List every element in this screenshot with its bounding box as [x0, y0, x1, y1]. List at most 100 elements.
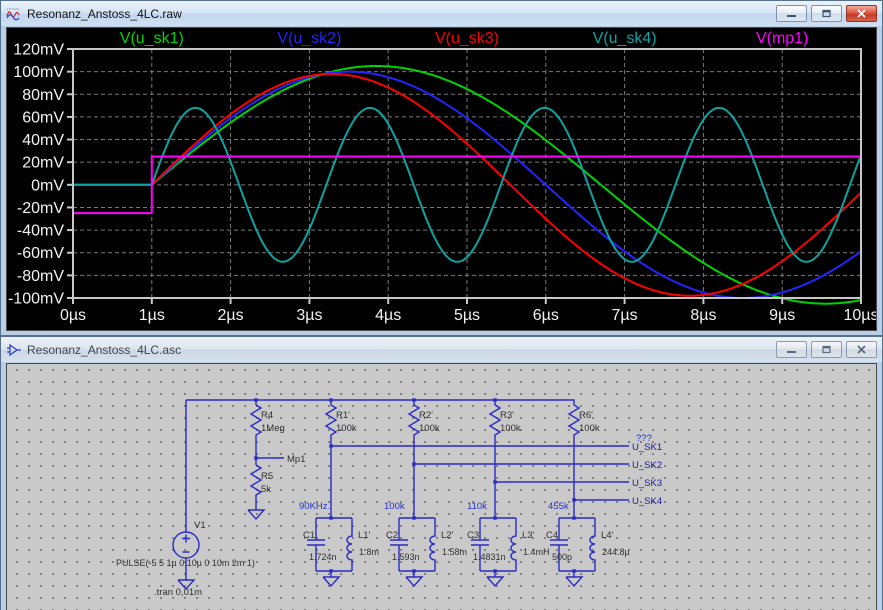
net-label-mp1[interactable]: Mp1 — [287, 454, 305, 465]
voltage-source-V1[interactable] — [173, 532, 199, 558]
y-tick-label: -20mV — [17, 200, 64, 217]
net-label-u-sk3[interactable]: U_SK3 — [632, 478, 662, 489]
x-tick-label: 5µs — [454, 307, 480, 324]
label-c4-value: 500p — [552, 552, 572, 562]
waveform-window: Resonanz_Anstoss_4LC.raw 120mV100mV80mV6… — [0, 0, 883, 336]
minimize-button-schematic[interactable] — [776, 341, 807, 358]
comment-tank3-freq[interactable]: 110k — [467, 501, 487, 512]
spice-directive: .tran 0,01m — [154, 587, 202, 598]
label-r2-value: 100k — [419, 423, 440, 434]
x-tick-label: 0µs — [60, 307, 86, 324]
y-tick-label: -40mV — [17, 223, 64, 240]
schematic-pane: V1 PULSE(-5 5 1µ 0.10µ 0 10m 2m 1) .tran… — [6, 363, 877, 610]
label-l4-value: 244.8µ — [602, 547, 630, 557]
x-tick-label: 4µs — [375, 307, 401, 324]
label-c1-value: 1.724n — [309, 552, 337, 562]
label-c1-name: C1 — [303, 530, 315, 541]
label-r6-value: 100k — [579, 423, 600, 434]
y-tick-label: -80mV — [17, 268, 64, 285]
resistor-R4[interactable] — [251, 405, 261, 437]
resistor-R6[interactable] — [569, 405, 579, 437]
waveform-pane: 120mV100mV80mV60mV40mV20mV0mV-20mV-40mV-… — [6, 27, 877, 331]
y-tick-label: 0mV — [31, 177, 64, 194]
resistor-R2[interactable] — [409, 405, 419, 437]
label-r4-value: 1Meg — [261, 423, 285, 434]
label-r6-name: R6' — [579, 410, 593, 421]
label-v1-value: PULSE(-5 5 1µ 0.10µ 0 10m 2m 1) — [116, 558, 255, 568]
legend-V(u_sk2)[interactable]: V(u_sk2) — [277, 30, 341, 47]
minimize-button[interactable] — [776, 5, 807, 22]
label-c2-value: 1.593n — [392, 552, 420, 562]
label-r3-value: 100k — [500, 423, 521, 434]
waveform-file-icon — [6, 6, 22, 22]
label-l4-name: L4' — [601, 530, 614, 541]
resistor-R5[interactable] — [251, 465, 261, 497]
x-tick-label: 3µs — [296, 307, 322, 324]
schematic-titlebar[interactable]: Resonanz_Anstoss_4LC.asc — [1, 337, 882, 362]
waveform-plot[interactable]: 120mV100mV80mV60mV40mV20mV0mV-20mV-40mV-… — [7, 28, 877, 331]
label-c2-name: C2 — [386, 530, 398, 541]
schematic-file-icon — [6, 342, 22, 358]
inductor-L4 — [590, 518, 595, 571]
label-l1-name: L1' — [358, 530, 371, 541]
ground-tank3 — [487, 577, 503, 586]
ground-r5[interactable] — [248, 510, 264, 519]
restore-button[interactable] — [811, 5, 842, 22]
resistor-R3[interactable] — [490, 405, 500, 437]
resistor-R1[interactable] — [326, 405, 336, 437]
label-l2-value: 1.58m — [442, 547, 467, 557]
waveform-window-title: Resonanz_Anstoss_4LC.raw — [27, 7, 771, 21]
comment-tank1-freq[interactable]: 90KHz. — [299, 501, 330, 512]
y-tick-label: 20mV — [22, 155, 64, 172]
y-tick-label: 40mV — [22, 132, 64, 149]
inductor-L1 — [347, 518, 352, 571]
net-label-u-sk2[interactable]: U_SK2 — [632, 460, 662, 471]
label-l1-value: 1.8m — [359, 547, 379, 557]
capacitor-C2 — [390, 518, 408, 571]
ground-tank1 — [323, 577, 339, 586]
y-tick-label: 60mV — [22, 109, 64, 126]
close-button-schematic[interactable] — [846, 341, 877, 358]
label-r4-name: R4 — [261, 410, 273, 421]
label-r5-value: 5k — [261, 484, 271, 495]
legend-V(u_sk3)[interactable]: V(u_sk3) — [435, 30, 499, 47]
y-tick-label: -60mV — [17, 245, 64, 262]
inductor-L3 — [511, 518, 516, 571]
label-r1-name: R1' — [336, 410, 350, 421]
close-button[interactable] — [846, 5, 877, 22]
label-l3-name: L3' — [522, 530, 535, 541]
schematic-window: Resonanz_Anstoss_4LC.asc — [0, 336, 883, 610]
restore-button-schematic[interactable] — [811, 341, 842, 358]
x-tick-label: 1µs — [139, 307, 165, 324]
capacitor-C1 — [307, 518, 325, 571]
label-r5-name: R5 — [261, 471, 273, 482]
x-tick-label: 6µs — [533, 307, 559, 324]
ground-tank4 — [566, 577, 582, 586]
label-r3-name: R3' — [500, 410, 514, 421]
x-tick-label: 7µs — [612, 307, 638, 324]
label-v1-name: V1 — [194, 520, 206, 531]
schematic-canvas[interactable]: V1 PULSE(-5 5 1µ 0.10µ 0 10m 2m 1) .tran… — [7, 364, 877, 610]
x-tick-label: 8µs — [690, 307, 716, 324]
waveform-titlebar[interactable]: Resonanz_Anstoss_4LC.raw — [1, 1, 882, 26]
schematic-window-title: Resonanz_Anstoss_4LC.asc — [27, 343, 771, 357]
label-c3-name: C3 — [467, 530, 479, 541]
wire-top-rail — [186, 400, 574, 405]
y-tick-label: 80mV — [22, 87, 64, 104]
y-tick-label: 100mV — [13, 64, 64, 81]
net-label-u-sk4[interactable]: U_SK4 — [632, 496, 662, 507]
legend-V(mp1)[interactable]: V(mp1) — [756, 30, 808, 47]
label-c3-value: 1.4831n — [473, 552, 506, 562]
label-c4-name: C4 — [546, 530, 558, 541]
capacitor-C3 — [471, 518, 489, 571]
x-tick-label: 9µs — [769, 307, 795, 324]
label-l2-name: L2' — [441, 530, 454, 541]
legend-V(u_sk4)[interactable]: V(u_sk4) — [593, 30, 657, 47]
legend-V(u_sk1)[interactable]: V(u_sk1) — [120, 30, 184, 47]
comment-tank2-freq[interactable]: 100k — [384, 501, 405, 512]
comment-tank4-freq[interactable]: 455k — [548, 501, 569, 512]
label-l3-value: 1.4mH — [523, 547, 550, 557]
ground-tank2 — [406, 577, 422, 586]
net-label-u-sk1[interactable]: U_SK1 — [632, 442, 662, 453]
capacitor-C4 — [550, 518, 568, 571]
